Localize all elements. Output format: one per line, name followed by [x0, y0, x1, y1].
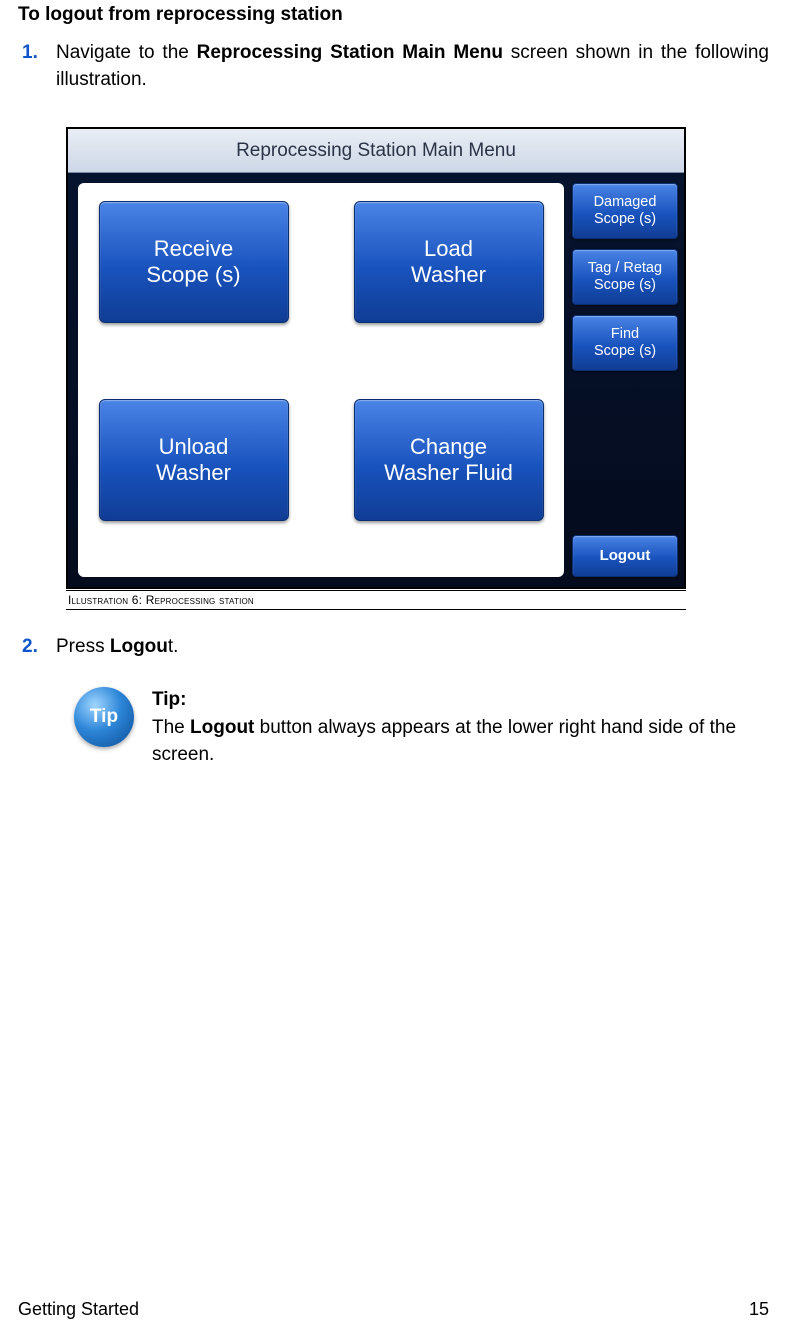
footer-page-number: 15	[749, 1299, 769, 1320]
find-scopes-button[interactable]: Find Scope (s)	[572, 315, 678, 371]
tip-body: The Logout button always appears at the …	[152, 715, 769, 768]
step-text-post: t.	[168, 636, 179, 657]
step-text-bold: Logou	[110, 636, 168, 657]
footer-section: Getting Started	[18, 1299, 139, 1320]
damaged-scopes-button[interactable]: Damaged Scope (s)	[572, 183, 678, 239]
screenshot: Reprocessing Station Main Menu Receive S…	[66, 127, 686, 589]
tip-block: Tip Tip: The Logout button always appear…	[74, 687, 769, 769]
steps-list: 1. Navigate to the Reprocessing Station …	[22, 40, 769, 769]
step-body: Navigate to the Reprocessing Station Mai…	[56, 40, 769, 93]
main-pane: Receive Scope (s) Load Washer Unload Was…	[78, 183, 564, 577]
window-titlebar: Reprocessing Station Main Menu	[68, 129, 684, 173]
side-spacer	[572, 381, 678, 525]
step-body: Press Logout.	[56, 634, 769, 661]
step-number: 1.	[22, 40, 56, 93]
step-number: 2.	[22, 634, 56, 661]
page-footer: Getting Started 15	[18, 1299, 769, 1320]
illustration-caption: Illustration 6: Reprocessing station	[66, 590, 686, 610]
tag-retag-scopes-button[interactable]: Tag / Retag Scope (s)	[572, 249, 678, 305]
tip-body-pre: The	[152, 717, 190, 738]
tip-body-bold: Logout	[190, 717, 254, 738]
unload-washer-button[interactable]: Unload Washer	[99, 399, 289, 521]
step-text-pre: Press	[56, 636, 110, 657]
section-title: To logout from reprocessing station	[18, 4, 769, 26]
step-1: 1. Navigate to the Reprocessing Station …	[22, 40, 769, 93]
step-text-bold: Reprocessing Station Main Menu	[197, 42, 503, 63]
logout-button[interactable]: Logout	[572, 535, 678, 577]
step-2: 2. Press Logout.	[22, 634, 769, 661]
tip-text: Tip: The Logout button always appears at…	[152, 687, 769, 769]
screen-body: Receive Scope (s) Load Washer Unload Was…	[68, 173, 684, 587]
load-washer-button[interactable]: Load Washer	[354, 201, 544, 323]
side-pane: Damaged Scope (s) Tag / Retag Scope (s) …	[572, 173, 684, 587]
step-text-pre: Navigate to the	[56, 42, 197, 63]
receive-scopes-button[interactable]: Receive Scope (s)	[99, 201, 289, 323]
illustration-block: Reprocessing Station Main Menu Receive S…	[66, 127, 686, 610]
change-washer-fluid-button[interactable]: Change Washer Fluid	[354, 399, 544, 521]
tip-title: Tip:	[152, 687, 769, 714]
tip-icon: Tip	[74, 687, 134, 747]
